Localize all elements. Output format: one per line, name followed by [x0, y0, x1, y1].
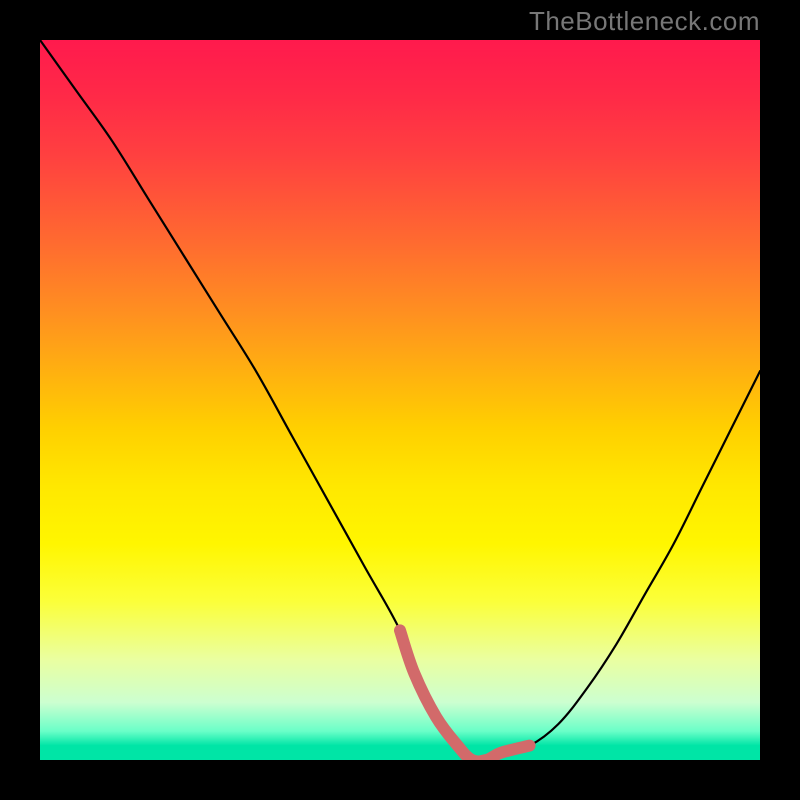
bottleneck-chart: TheBottleneck.com	[0, 0, 800, 800]
watermark-text: TheBottleneck.com	[529, 6, 760, 37]
curve-layer	[40, 40, 760, 760]
basin-highlight-path	[400, 630, 530, 760]
bottleneck-curve-path	[40, 40, 760, 760]
plot-area	[40, 40, 760, 760]
